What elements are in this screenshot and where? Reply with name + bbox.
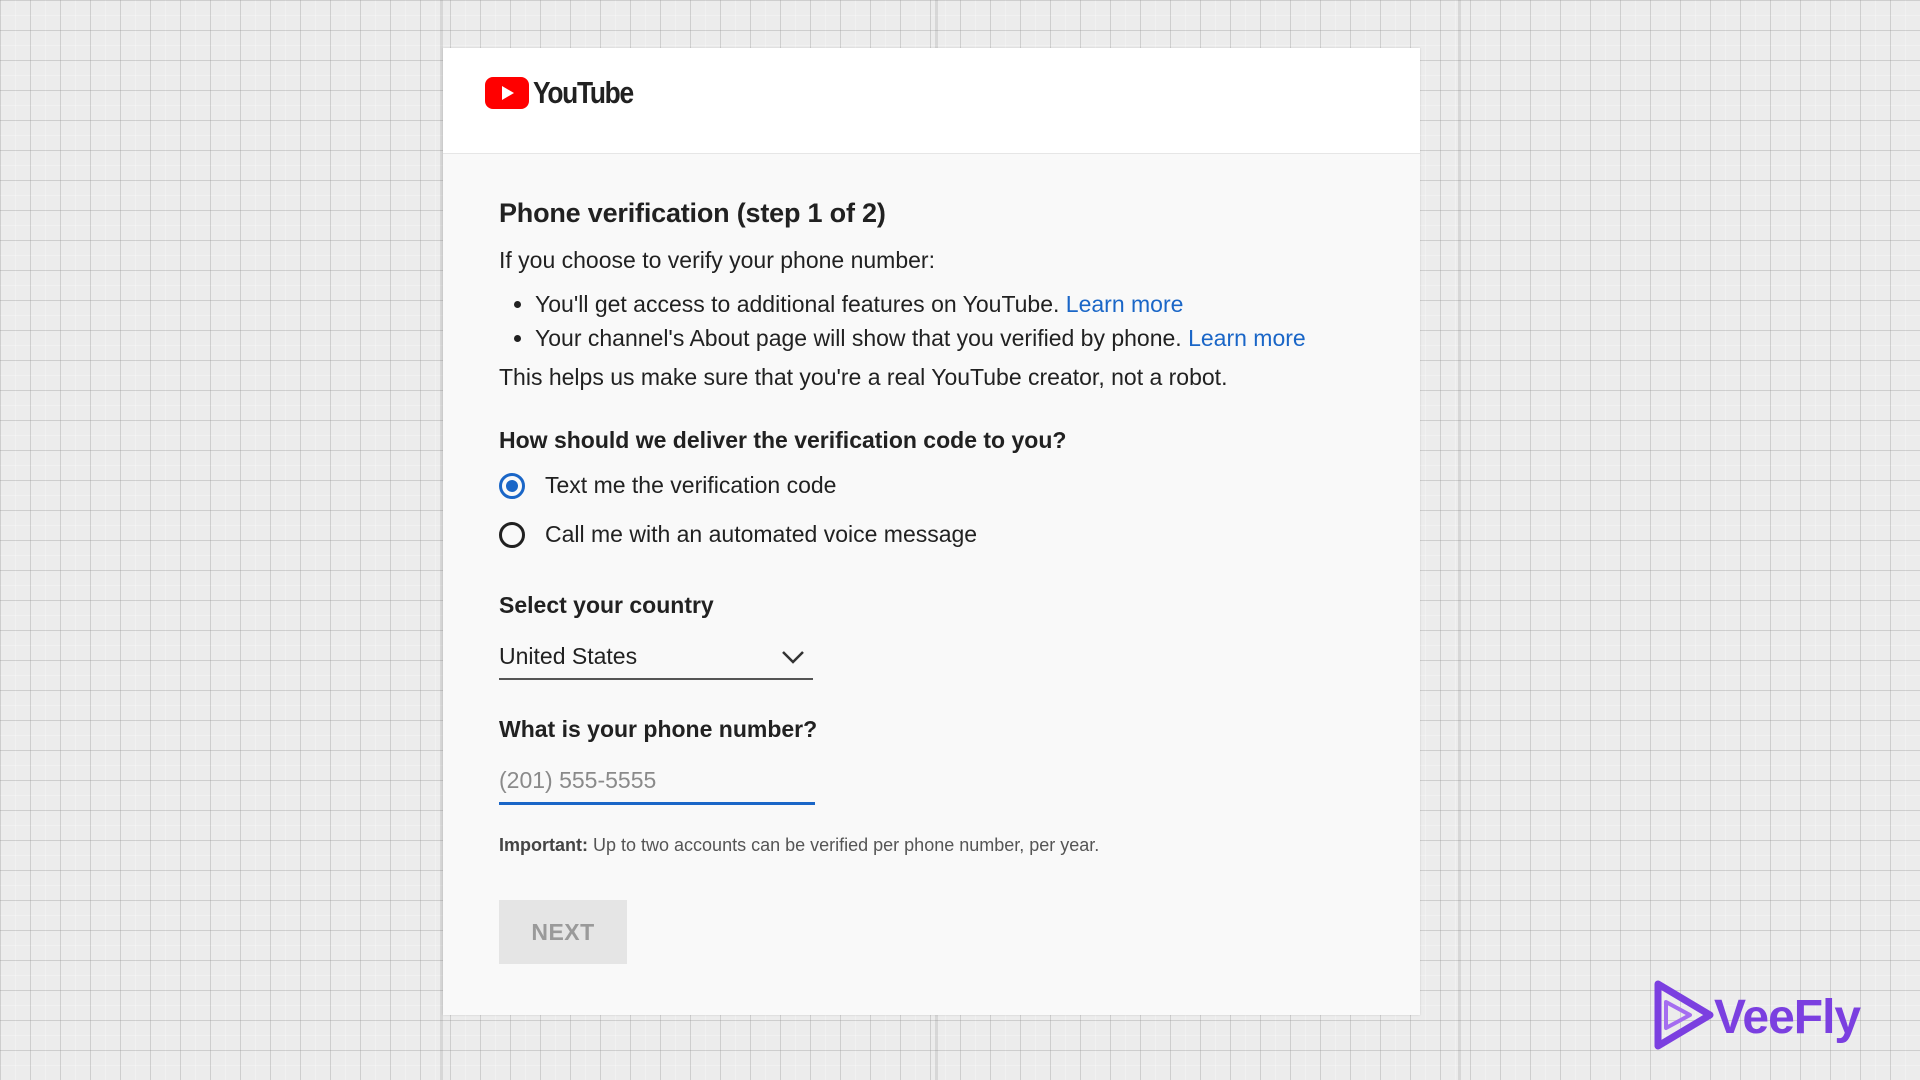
intro-text: If you choose to verify your phone numbe… (499, 247, 935, 273)
learn-more-link[interactable]: Learn more (1188, 325, 1306, 351)
important-label: Important: (499, 835, 588, 855)
verification-card: YouTube Phone verification (step 1 of 2)… (443, 48, 1420, 1015)
learn-more-link[interactable]: Learn more (1066, 291, 1184, 317)
important-notice: Important: Up to two accounts can be ver… (499, 835, 1379, 856)
radio-option-text[interactable]: Text me the verification code (499, 472, 1379, 499)
benefits-list: You'll get access to additional features… (499, 290, 1379, 352)
delivery-question: How should we deliver the verification c… (499, 427, 1067, 453)
phone-input[interactable] (499, 763, 815, 805)
veefly-wordmark: VeeFly (1714, 991, 1861, 1044)
form-content: Phone verification (step 1 of 2) If you … (499, 198, 1379, 964)
youtube-play-icon (485, 77, 529, 109)
robot-notice: This helps us make sure that you're a re… (499, 364, 1228, 390)
youtube-wordmark: YouTube (533, 75, 634, 110)
radio-label: Text me the verification code (545, 472, 837, 498)
youtube-logo[interactable]: YouTube (485, 75, 651, 111)
veefly-play-icon (1652, 980, 1714, 1055)
country-label: Select your country (499, 592, 714, 618)
paper-fold (1458, 0, 1461, 1080)
bullet-text: Your channel's About page will show that… (535, 325, 1189, 351)
important-text: Up to two accounts can be verified per p… (588, 835, 1100, 855)
veefly-watermark: VeeFly (1652, 980, 1861, 1055)
radio-button-selected[interactable] (499, 472, 525, 499)
radio-button[interactable] (499, 521, 525, 548)
bullet-text: You'll get access to additional features… (535, 291, 1066, 317)
card-header: YouTube (443, 48, 1420, 154)
country-select[interactable]: United States (499, 643, 813, 680)
country-value: United States (499, 643, 638, 669)
page-title: Phone verification (step 1 of 2) (499, 198, 886, 228)
phone-label: What is your phone number? (499, 716, 818, 742)
radio-option-call[interactable]: Call me with an automated voice message (499, 521, 1379, 548)
radio-label: Call me with an automated voice message (545, 521, 978, 547)
chevron-down-icon (781, 643, 813, 670)
next-button[interactable]: NEXT (499, 900, 627, 964)
list-item: Your channel's About page will show that… (535, 324, 1379, 352)
list-item: You'll get access to additional features… (535, 290, 1379, 318)
